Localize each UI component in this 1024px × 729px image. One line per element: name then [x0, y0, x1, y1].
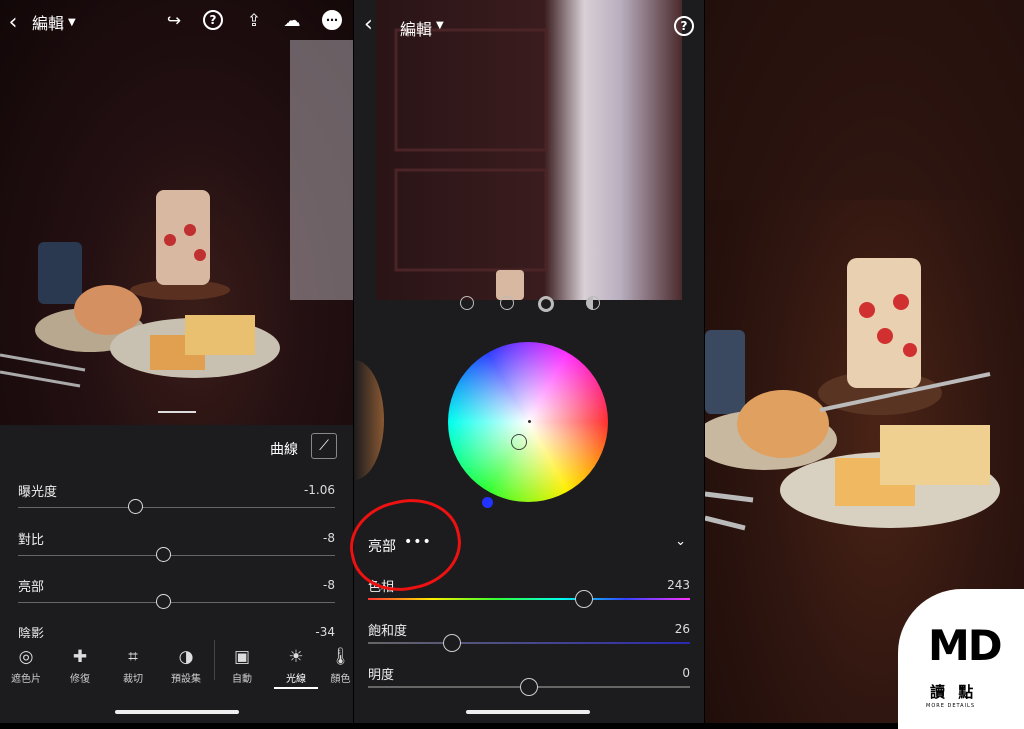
slider-track[interactable]: [368, 598, 690, 600]
left-editor-panel: ‹ 編輯 ▼ ↪ ? ⇪ ☁ ⋯ 曲線 ⟋ 曝光度 -1.06 對比 -8 亮部…: [0, 0, 353, 723]
global-range-icon[interactable]: [586, 296, 600, 310]
wheel-picker-knob[interactable]: [511, 434, 527, 450]
bottom-toolbar: ◎ 遮色片 ✚ 修復 ⌗ 裁切 ◑ 預設集 ▣ 自動 ☀ 光線 🌡 顏色: [0, 638, 353, 692]
tool-label: 遮色片: [11, 674, 41, 685]
slider-track[interactable]: [368, 642, 690, 644]
chevron-down-icon[interactable]: ▼: [436, 20, 444, 31]
toolbar-divider: [214, 640, 215, 680]
slider-knob[interactable]: [156, 547, 172, 562]
help-icon[interactable]: ?: [203, 10, 223, 30]
share-icon[interactable]: ⇪: [243, 10, 265, 32]
chevron-down-icon[interactable]: ▼: [68, 17, 76, 28]
slider-knob[interactable]: [127, 499, 143, 514]
slider-knob[interactable]: [156, 594, 172, 609]
midtones-range-icon[interactable]: [500, 296, 514, 310]
slider-label: 飽和度: [368, 624, 408, 639]
slider-label: 明度: [368, 668, 395, 683]
curve-label: 曲線: [270, 442, 298, 458]
tool-auto[interactable]: ▣ 自動: [220, 646, 264, 685]
wheel-center-marker: [528, 420, 531, 423]
slider-value: -8: [323, 578, 335, 592]
slider-value: 243: [667, 578, 690, 592]
slider-knob[interactable]: [574, 590, 593, 608]
slider-track[interactable]: [18, 555, 335, 556]
top-bar: ‹ 編輯 ▼ ?: [354, 0, 704, 46]
slider-value: 26: [674, 622, 690, 636]
home-indicator: [115, 710, 239, 714]
crop-icon: ⌗: [128, 647, 138, 667]
shadows-range-icon[interactable]: [460, 296, 474, 310]
chevron-left-icon[interactable]: ‹: [364, 12, 373, 37]
luminance-indicator-dot[interactable]: [482, 497, 493, 508]
slider-contrast[interactable]: 對比 -8: [0, 529, 353, 575]
photo-content: [0, 40, 353, 388]
curve-row: 曲線 ⟋: [0, 430, 353, 464]
edit-title[interactable]: 編輯: [32, 10, 64, 34]
tool-light[interactable]: ☀ 光線: [274, 646, 318, 689]
shadow-wheel-partial: [354, 360, 384, 480]
tool-heal[interactable]: ✚ 修復: [58, 646, 102, 685]
cloud-sync-icon[interactable]: ☁: [281, 10, 303, 32]
more-icon[interactable]: ⋯: [322, 10, 342, 30]
slider-value: -8: [323, 531, 335, 545]
tool-color[interactable]: 🌡 顏色: [328, 646, 353, 685]
slider-value: -34: [315, 625, 335, 639]
slider-knob[interactable]: [520, 678, 538, 696]
logo-mark: MD: [928, 621, 1003, 670]
presets-icon: ◑: [178, 647, 194, 667]
edit-title[interactable]: 編輯: [400, 16, 432, 40]
chevron-left-icon[interactable]: ‹: [0, 10, 26, 35]
slider-saturation[interactable]: 飽和度 26: [354, 620, 704, 664]
tool-mask[interactable]: ◎ 遮色片: [4, 646, 48, 685]
slider-label: 曝光度: [18, 485, 58, 500]
chevron-down-icon[interactable]: ⌄: [675, 534, 686, 549]
slider-value: -1.06: [303, 483, 335, 497]
curve-icon[interactable]: ⟋: [311, 433, 337, 459]
photo-drag-handle[interactable]: [158, 411, 196, 413]
tool-label: 自動: [232, 674, 252, 685]
logo-tagline: MORE DETAILS: [926, 703, 976, 709]
slider-exposure[interactable]: 曝光度 -1.06: [0, 481, 353, 527]
thermometer-icon: 🌡: [329, 647, 352, 667]
highlights-range-icon[interactable]: [538, 296, 554, 312]
redo-icon[interactable]: ↪: [163, 10, 185, 32]
photo-preview: [0, 0, 353, 425]
slider-luminance[interactable]: 明度 0: [354, 664, 704, 708]
slider-track[interactable]: [18, 507, 335, 508]
slider-label: 亮部: [18, 580, 45, 595]
slider-value: 0: [682, 666, 690, 680]
help-icon[interactable]: ?: [674, 16, 694, 36]
mask-icon: ◎: [18, 647, 34, 667]
brand-logo: MD 讀 點 MORE DETAILS: [898, 589, 1024, 729]
tool-label: 光線: [274, 670, 318, 689]
tool-label: 顏色: [330, 674, 351, 685]
middle-editor-panel: ‹ 編輯 ▼ ? 亮部 ••• ⌄ 色相 243 飽和度 26 明度 0: [354, 0, 704, 723]
slider-highlights[interactable]: 亮部 -8: [0, 576, 353, 622]
slider-label: 對比: [18, 533, 45, 548]
sun-icon: ☀: [288, 647, 304, 667]
tool-crop[interactable]: ⌗ 裁切: [111, 646, 155, 685]
bandage-icon: ✚: [72, 647, 88, 667]
slider-track[interactable]: [18, 602, 335, 603]
home-indicator: [466, 710, 590, 714]
tool-label: 裁切: [123, 674, 143, 685]
tool-label: 預設集: [171, 674, 201, 685]
tool-presets[interactable]: ◑ 預設集: [164, 646, 208, 685]
auto-icon: ▣: [233, 647, 251, 667]
tool-label: 修復: [70, 674, 90, 685]
logo-name: 讀 點: [930, 683, 978, 701]
slider-knob[interactable]: [442, 634, 461, 652]
